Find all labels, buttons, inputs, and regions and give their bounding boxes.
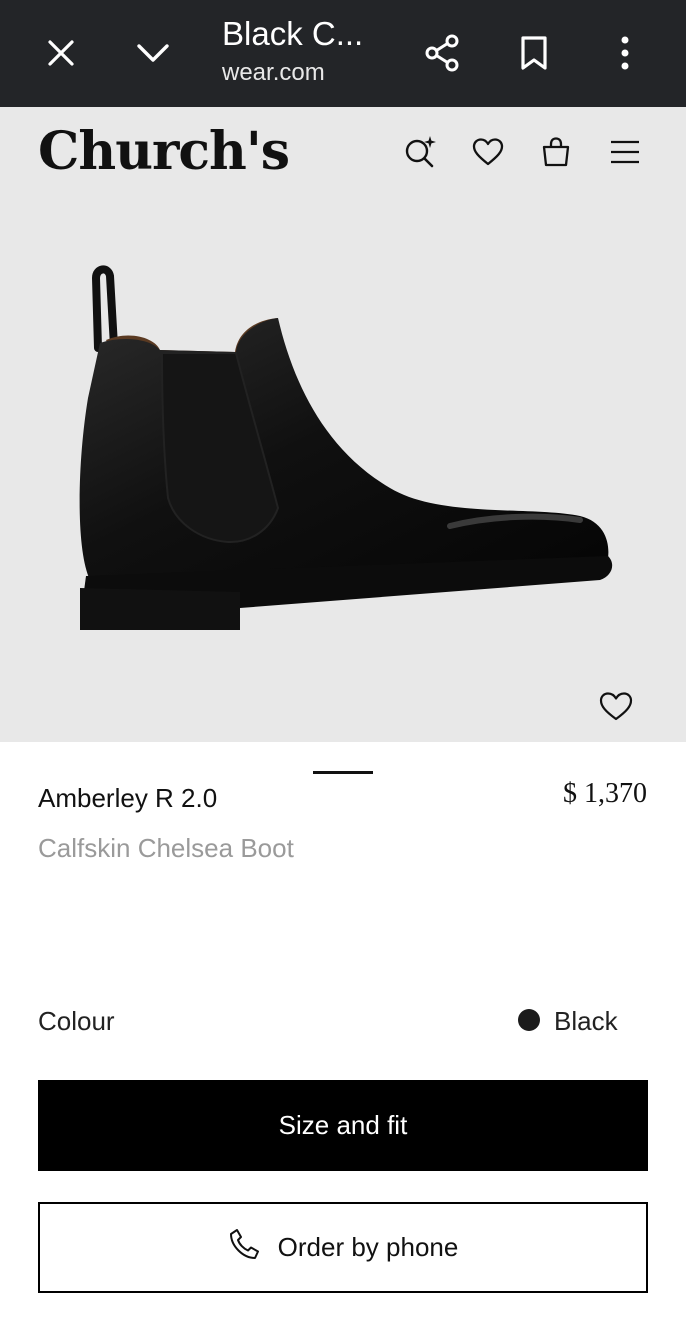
page-url: wear.com	[222, 59, 325, 86]
brand-logo[interactable]: Church's	[38, 122, 290, 182]
boot-image	[60, 258, 620, 643]
page-title: Black C...	[222, 15, 364, 52]
chevron-down-icon[interactable]	[129, 29, 177, 77]
more-vert-icon[interactable]	[601, 29, 649, 77]
share-icon[interactable]	[418, 29, 466, 77]
browser-toolbar: Black C... wear.com	[0, 0, 686, 107]
colour-swatch[interactable]	[518, 1009, 540, 1031]
product-name: Amberley R 2.0	[38, 783, 218, 813]
order-by-phone-label: Order by phone	[277, 1232, 459, 1262]
colour-label: Colour	[38, 1006, 115, 1036]
order-by-phone-button[interactable]: Order by phone	[38, 1202, 648, 1293]
colour-value[interactable]: Black	[554, 1003, 618, 1039]
menu-icon[interactable]	[603, 130, 647, 174]
search-sparkle-icon[interactable]	[398, 130, 442, 174]
phone-icon	[228, 1227, 262, 1268]
bookmark-icon[interactable]	[510, 29, 558, 77]
carousel-indicator	[313, 771, 373, 774]
product-subtitle: Calfskin Chelsea Boot	[38, 833, 294, 863]
heart-icon[interactable]	[466, 130, 510, 174]
close-icon[interactable]	[37, 29, 85, 77]
size-and-fit-button[interactable]: Size and fit	[38, 1080, 648, 1171]
wishlist-heart-icon[interactable]	[596, 686, 636, 726]
page-title-area[interactable]: Black C... wear.com	[222, 14, 382, 88]
product-price: $ 1,370	[563, 778, 647, 809]
shopping-bag-icon[interactable]	[534, 130, 578, 174]
size-and-fit-label: Size and fit	[278, 1110, 408, 1140]
